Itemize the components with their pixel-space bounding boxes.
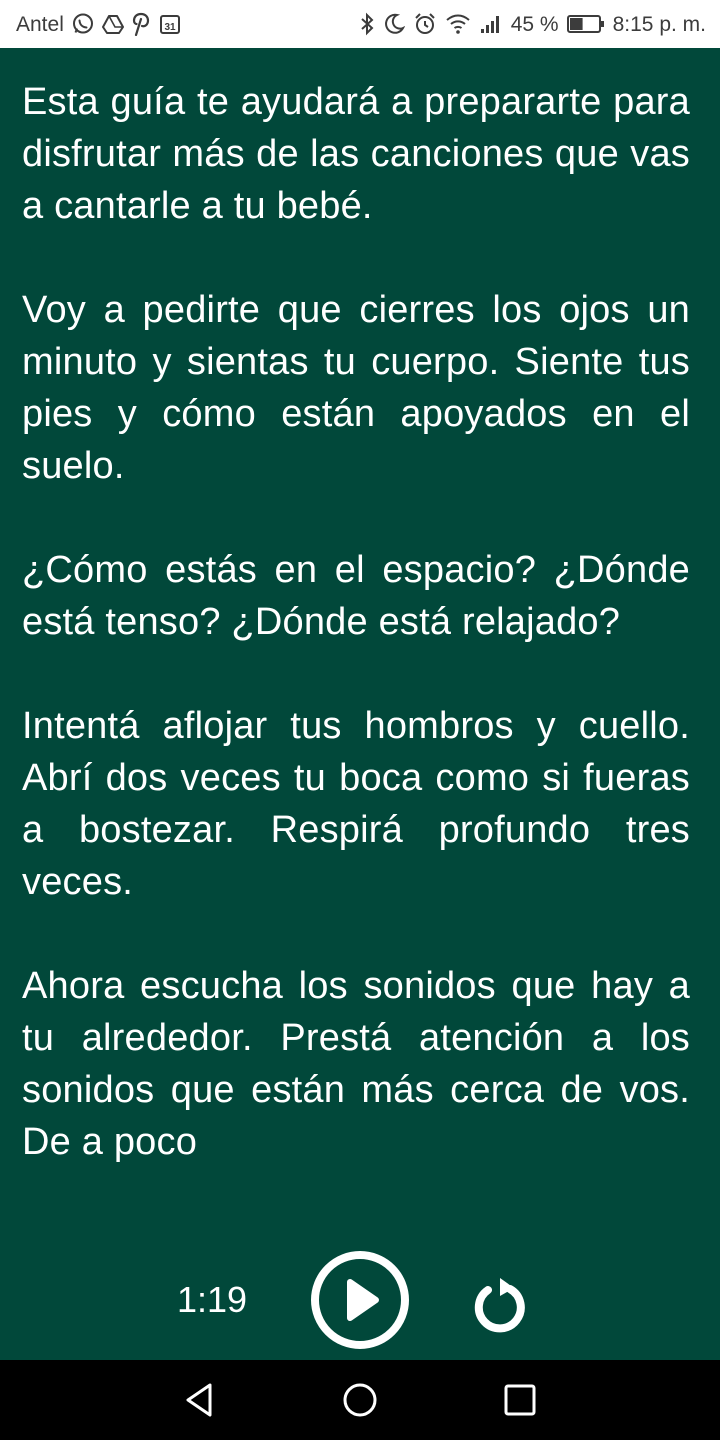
- back-triangle-icon: [186, 1383, 212, 1417]
- calendar-icon: 31: [158, 12, 182, 36]
- battery-icon: [566, 14, 605, 34]
- home-circle-icon: [343, 1383, 377, 1417]
- guide-text-scroll[interactable]: Esta guía te ayudará a prepararte para d…: [0, 48, 720, 1238]
- home-button[interactable]: [340, 1380, 380, 1420]
- wifi-icon: [445, 13, 471, 35]
- svg-text:31: 31: [164, 22, 176, 33]
- back-button[interactable]: [180, 1380, 220, 1420]
- signal-icon: [479, 13, 503, 35]
- play-button[interactable]: [310, 1250, 410, 1350]
- replay-icon: [474, 1278, 525, 1333]
- drive-icon: [101, 13, 124, 35]
- pinterest-icon: [131, 12, 151, 36]
- carrier-label: Antel: [16, 12, 64, 36]
- battery-percent: 45 %: [510, 12, 559, 36]
- moon-icon: [383, 13, 405, 35]
- recents-button[interactable]: [500, 1380, 540, 1420]
- status-bar: Antel 31 45 % 8:15 p. m.: [0, 0, 720, 48]
- play-icon: [311, 1251, 409, 1349]
- app-screen: Antel 31 45 % 8:15 p. m. Esta guía te ay…: [0, 0, 720, 1440]
- elapsed-time: 1:19: [176, 1279, 248, 1320]
- paragraph: ¿Cómo estás en el espacio? ¿Dónde está t…: [22, 549, 690, 643]
- paragraph: Intentá aflojar tus hombros y cuello. Ab…: [22, 705, 690, 903]
- whatsapp-icon: [71, 12, 95, 36]
- audio-player: 1:19: [0, 1238, 720, 1360]
- recents-square-icon: [504, 1384, 536, 1416]
- replay-button[interactable]: [466, 1272, 532, 1338]
- bluetooth-icon: [359, 12, 375, 36]
- alarm-icon: [413, 12, 437, 36]
- paragraph: Esta guía te ayudará a prepararte para d…: [22, 81, 690, 227]
- paragraph: Ahora escucha los sonidos que hay a tu a…: [22, 965, 690, 1163]
- paragraph: Voy a pedirte que cierres los ojos un mi…: [22, 289, 690, 487]
- navigation-bar: [0, 1360, 720, 1440]
- clock: 8:15 p. m.: [612, 12, 706, 36]
